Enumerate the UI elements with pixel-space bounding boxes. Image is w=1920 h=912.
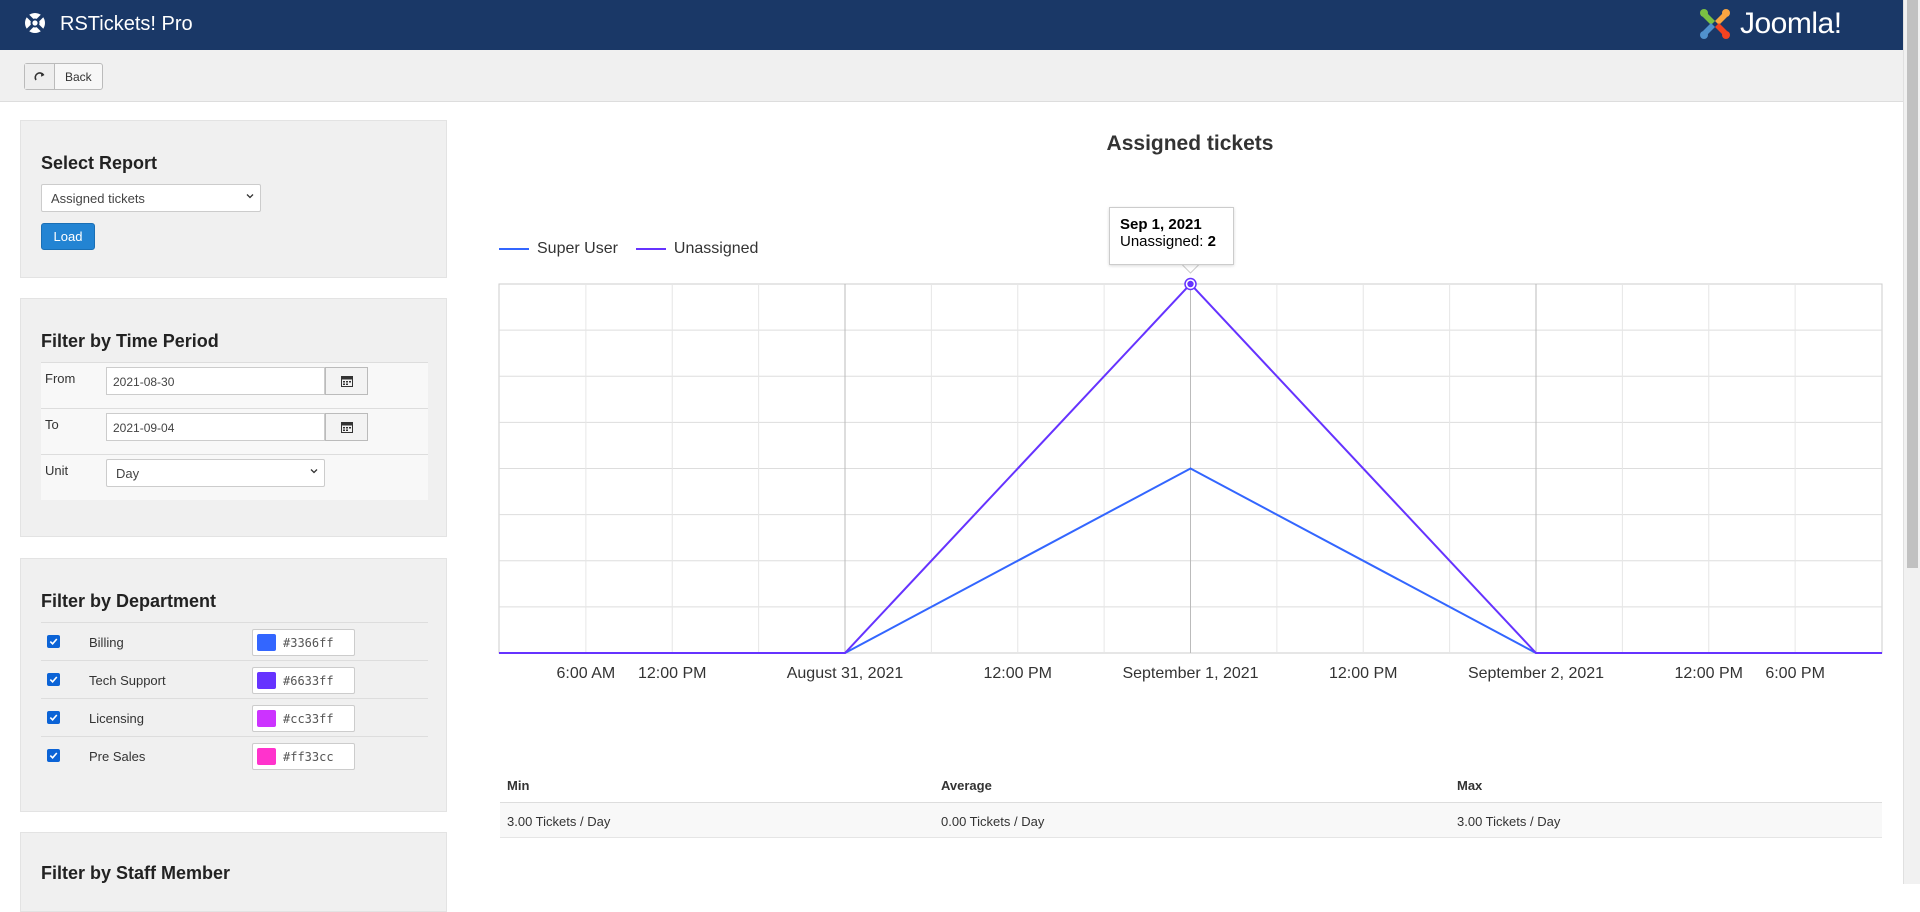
stats-row: 3.00 Tickets / Day 0.00 Tickets / Day 3.… bbox=[500, 803, 1882, 838]
scrollbar-thumb[interactable] bbox=[1907, 0, 1918, 568]
tooltip-value: 2 bbox=[1207, 233, 1216, 250]
x-tick-label: 12:00 PM bbox=[1675, 665, 1743, 682]
stats-table: Min Average Max 3.00 Tickets / Day 0.00 … bbox=[500, 769, 1882, 838]
tooltip-pointer bbox=[1182, 264, 1199, 274]
stats-header-max: Max bbox=[1457, 778, 1483, 793]
x-tick-label: 12:00 PM bbox=[984, 665, 1052, 682]
x-tick-label: 12:00 PM bbox=[1329, 665, 1397, 682]
page-scrollbar[interactable] bbox=[1903, 0, 1920, 884]
tooltip-series: Unassigned: bbox=[1120, 233, 1204, 250]
stats-max-value: 3.00 Tickets / Day bbox=[1457, 814, 1561, 829]
x-tick-label: 6:00 AM bbox=[557, 665, 616, 682]
stats-header-average: Average bbox=[941, 778, 992, 793]
color-hex-value: #ff33cc bbox=[283, 750, 334, 764]
tooltip-date: Sep 1, 2021 bbox=[1120, 216, 1202, 233]
x-tick-label: 6:00 PM bbox=[1765, 665, 1825, 682]
department-name: Pre Sales bbox=[89, 749, 146, 764]
checkmark-icon bbox=[49, 752, 58, 759]
staff-panel: Filter by Staff Member bbox=[20, 832, 447, 912]
department-row: Pre Sales #ff33cc bbox=[41, 736, 428, 774]
x-tick-label: August 31, 2021 bbox=[787, 665, 904, 682]
department-checkbox[interactable] bbox=[47, 749, 60, 762]
stats-average-value: 0.00 Tickets / Day bbox=[941, 814, 1045, 829]
color-swatch bbox=[257, 748, 276, 765]
tooltip-value-line: Unassigned: 2 bbox=[1120, 233, 1223, 250]
stats-header-min: Min bbox=[507, 778, 530, 793]
hover-point bbox=[1187, 280, 1194, 288]
x-tick-label: 12:00 PM bbox=[638, 665, 706, 682]
stats-min-value: 3.00 Tickets / Day bbox=[507, 814, 611, 829]
staff-heading: Filter by Staff Member bbox=[41, 863, 231, 883]
x-tick-label: September 1, 2021 bbox=[1122, 665, 1258, 682]
stats-header-row: Min Average Max bbox=[500, 769, 1882, 803]
chart-area[interactable]: 6:00 AM 12:00 PM August 31, 2021 12:00 PM Se… bbox=[0, 0, 1903, 720]
chart-tooltip: Sep 1, 2021 Unassigned: 2 bbox=[1109, 207, 1234, 265]
department-color-input[interactable]: #ff33cc bbox=[252, 743, 355, 770]
x-tick-label: September 2, 2021 bbox=[1468, 665, 1604, 682]
